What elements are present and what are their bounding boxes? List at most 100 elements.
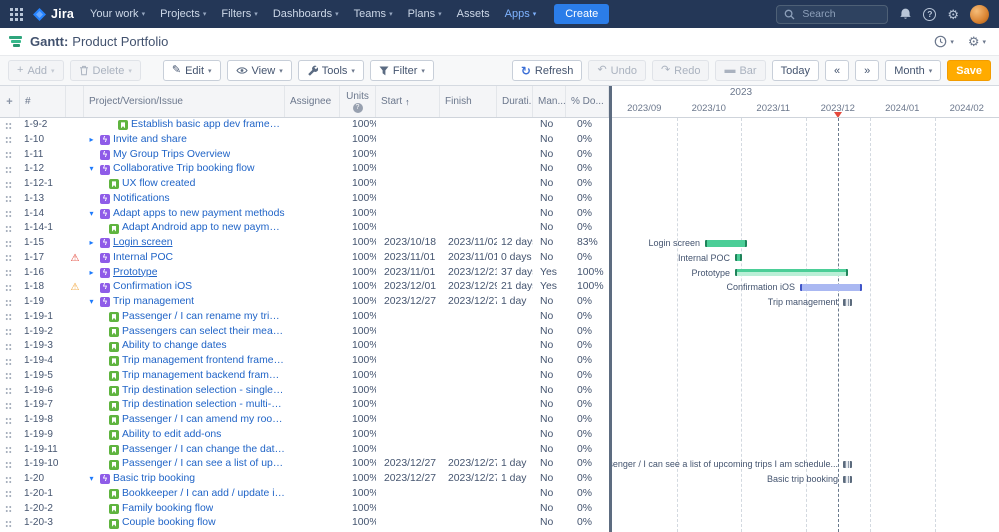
notifications-bell-icon[interactable]	[899, 7, 912, 22]
scroll-left-button[interactable]: «	[825, 60, 849, 81]
table-row[interactable]: 1-19-9Ability to edit add-ons100%No0%	[0, 428, 609, 443]
table-row[interactable]: 1-19-6Trip destination selection - singl…	[0, 384, 609, 399]
issue-name-link[interactable]: Bookkeeper / I can add / update inv...	[122, 487, 285, 502]
issue-name-link[interactable]: Passenger / I can amend my room ...	[122, 413, 285, 428]
search-input[interactable]	[800, 7, 880, 21]
table-row[interactable]: 1-19-1Passenger / I can rename my trip t…	[0, 310, 609, 325]
issue-name-link[interactable]: Establish basic app dev framework	[131, 118, 285, 133]
drag-handle-icon[interactable]	[5, 446, 12, 454]
refresh-button[interactable]: ↻Refresh	[512, 60, 583, 81]
table-row[interactable]: 1-20-1Bookkeeper / I can add / update in…	[0, 487, 609, 502]
table-row[interactable]: 1-14▾ϟAdapt apps to new payment methods1…	[0, 207, 609, 222]
issue-name-link[interactable]: Notifications	[113, 192, 170, 207]
issue-name-link[interactable]: Adapt Android app to new paymen...	[122, 221, 285, 236]
issue-name-link[interactable]: Trip destination selection - single d...	[122, 384, 285, 399]
nav-menu-dashboards[interactable]: Dashboards▾	[273, 8, 339, 20]
nav-menu-teams[interactable]: Teams▾	[354, 8, 393, 20]
drag-handle-icon[interactable]	[5, 254, 12, 262]
drag-handle-icon[interactable]	[5, 417, 12, 425]
column-assignee[interactable]: Assignee	[285, 86, 340, 117]
jira-logo[interactable]: Jira	[33, 7, 74, 21]
drag-handle-icon[interactable]	[5, 402, 12, 410]
table-row[interactable]: 1-19-3Ability to change dates100%No0%	[0, 339, 609, 354]
expand-icon[interactable]: ▸	[86, 133, 97, 148]
column-duration[interactable]: Durati...	[497, 86, 533, 117]
column-manual[interactable]: Man...	[533, 86, 566, 117]
drag-handle-icon[interactable]	[5, 520, 12, 528]
drag-handle-icon[interactable]	[5, 122, 12, 130]
settings-gear-icon[interactable]: ⚙	[947, 8, 959, 21]
nav-menu-your-work[interactable]: Your work▾	[90, 8, 145, 20]
table-row[interactable]: 1-19-8Passenger / I can amend my room ..…	[0, 413, 609, 428]
nav-menu-projects[interactable]: Projects▾	[160, 8, 206, 20]
table-row[interactable]: 1-20▾ϟBasic trip booking100%2023/12/2720…	[0, 472, 609, 487]
drag-handle-icon[interactable]	[5, 181, 12, 189]
help-icon[interactable]: ?	[923, 8, 936, 21]
issue-name-link[interactable]: Prototype	[113, 266, 157, 281]
view-button[interactable]: View▾	[227, 60, 292, 81]
drag-handle-icon[interactable]	[5, 151, 12, 159]
expand-icon[interactable]: ▸	[86, 266, 97, 281]
drag-handle-icon[interactable]	[5, 240, 12, 248]
column-finish[interactable]: Finish	[440, 86, 497, 117]
column-units[interactable]: Units?	[340, 86, 376, 117]
table-row[interactable]: 1-20-2Family booking flow100%No0%	[0, 502, 609, 517]
drag-handle-icon[interactable]	[5, 299, 12, 307]
issue-name-link[interactable]: Confirmation iOS	[113, 280, 192, 295]
collapse-icon[interactable]: ▾	[86, 207, 97, 222]
tools-button[interactable]: Tools▾	[298, 60, 364, 81]
table-row[interactable]: 1-17⚠ϟInternal POC100%2023/11/012023/11/…	[0, 251, 609, 266]
issue-name-link[interactable]: My Group Trips Overview	[113, 148, 230, 163]
create-button[interactable]: Create	[554, 4, 609, 24]
drag-handle-icon[interactable]	[5, 343, 12, 351]
drag-handle-icon[interactable]	[5, 372, 12, 380]
issue-name-link[interactable]: Passenger / I can change the dates ...	[122, 443, 285, 458]
table-row[interactable]: 1-18⚠ϟConfirmation iOS100%2023/12/012023…	[0, 280, 609, 295]
table-row[interactable]: 1-13ϟNotifications100%No0%	[0, 192, 609, 207]
scroll-right-button[interactable]: »	[855, 60, 879, 81]
table-row[interactable]: 1-19-2Passengers can select their meal o…	[0, 325, 609, 340]
table-row[interactable]: 1-19-7Trip destination selection - multi…	[0, 398, 609, 413]
expand-icon[interactable]: ▸	[86, 236, 97, 251]
gantt-bar[interactable]	[843, 299, 852, 306]
gantt-bar[interactable]	[735, 269, 848, 276]
issue-name-link[interactable]: Ability to change dates	[122, 339, 227, 354]
drag-handle-icon[interactable]	[5, 476, 12, 484]
user-avatar[interactable]	[970, 5, 989, 24]
table-row[interactable]: 1-19-5Trip management backend framew...1…	[0, 369, 609, 384]
undo-button[interactable]: ↶Undo	[588, 60, 646, 81]
issue-name-link[interactable]: Collaborative Trip booking flow	[113, 162, 255, 177]
issue-name-link[interactable]: UX flow created	[122, 177, 195, 192]
delete-button[interactable]: Delete▾	[70, 60, 141, 81]
table-row[interactable]: 1-19-10Passenger / I can see a list of u…	[0, 457, 609, 472]
issue-name-link[interactable]: Invite and share	[113, 133, 187, 148]
drag-handle-icon[interactable]	[5, 269, 12, 277]
drag-handle-icon[interactable]	[5, 505, 12, 513]
table-row[interactable]: 1-11ϟMy Group Trips Overview100%No0%	[0, 148, 609, 163]
table-row[interactable]: 1-12▾ϟCollaborative Trip booking flow100…	[0, 162, 609, 177]
issue-name-link[interactable]: Trip management backend framew...	[122, 369, 285, 384]
drag-handle-icon[interactable]	[5, 490, 12, 498]
gantt-bar[interactable]	[800, 284, 862, 291]
today-button[interactable]: Today	[772, 60, 819, 81]
column-percent-done[interactable]: % Do...	[566, 86, 609, 117]
drag-handle-icon[interactable]	[5, 136, 12, 144]
nav-menu-apps[interactable]: Apps▾	[505, 8, 537, 20]
issue-name-link[interactable]: Passengers can select their meal o...	[122, 325, 285, 340]
issue-name-link[interactable]: Trip destination selection - multi-dest	[122, 398, 285, 413]
drag-handle-icon[interactable]	[5, 431, 12, 439]
drag-handle-icon[interactable]	[5, 328, 12, 336]
table-row[interactable]: 1-9-2Establish basic app dev framework10…	[0, 118, 609, 133]
drag-handle-icon[interactable]	[5, 166, 12, 174]
filter-button[interactable]: Filter▾	[370, 60, 434, 81]
column-number[interactable]: #	[20, 86, 66, 117]
issue-name-link[interactable]: Family booking flow	[122, 502, 213, 517]
issue-name-link[interactable]: Internal POC	[113, 251, 173, 266]
collapse-icon[interactable]: ▾	[86, 295, 97, 310]
table-row[interactable]: 1-19-11Passenger / I can change the date…	[0, 443, 609, 458]
issue-name-link[interactable]: Adapt apps to new payment methods	[113, 207, 285, 222]
issue-name-link[interactable]: Basic trip booking	[113, 472, 195, 487]
drag-handle-icon[interactable]	[5, 387, 12, 395]
column-start[interactable]: Start↑	[376, 86, 440, 117]
table-row[interactable]: 1-16▸ϟPrototype100%2023/11/012023/12/213…	[0, 266, 609, 281]
